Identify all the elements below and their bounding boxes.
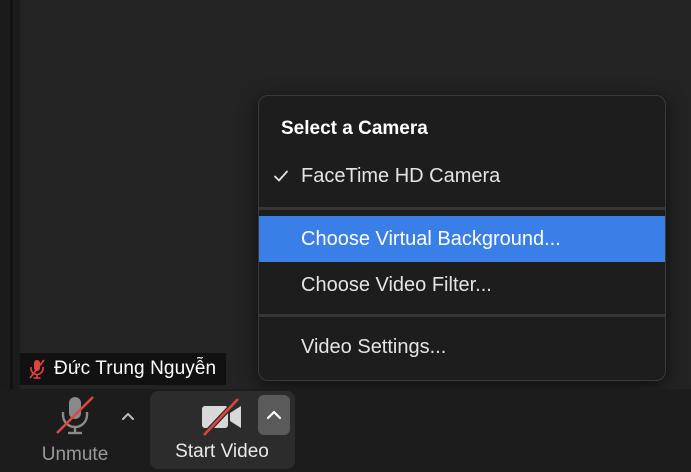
mic-off-icon (29, 359, 45, 379)
menu-item-label: Video Settings... (301, 335, 447, 358)
mic-off-icon (56, 396, 94, 435)
video-options-caret[interactable] (258, 395, 290, 435)
menu-item-label: FaceTime HD Camera (301, 164, 501, 187)
participant-name-tag: Đức Trung Nguyễn (20, 353, 227, 385)
menu-separator (259, 314, 665, 317)
audio-options-caret[interactable] (115, 404, 141, 428)
unmute-button[interactable]: Unmute (32, 389, 118, 472)
participant-name: Đức Trung Nguyễn (54, 358, 217, 379)
meeting-toolbar: Unmute Start Video (0, 389, 691, 472)
menu-separator (259, 207, 665, 210)
camera-menu: Select a Camera FaceTime HD Camera Choos… (258, 95, 666, 381)
chevron-up-icon (266, 410, 282, 420)
meeting-window: Đức Trung Nguyễn Select a Camera FaceTim… (0, 0, 691, 472)
menu-item-video-settings[interactable]: Video Settings... (259, 324, 665, 370)
start-video-label: Start Video (175, 441, 269, 462)
unmute-label: Unmute (41, 444, 109, 465)
menu-item-choose-video-filter[interactable]: Choose Video Filter... (259, 262, 665, 308)
menu-item-choose-virtual-background[interactable]: Choose Virtual Background... (259, 216, 665, 262)
video-off-icon (202, 397, 241, 437)
left-edge-divider (0, 0, 20, 389)
menu-title: Select a Camera (281, 118, 428, 139)
menu-item-label: Choose Video Filter... (301, 273, 492, 296)
menu-item-facetime-camera[interactable]: FaceTime HD Camera (259, 153, 665, 199)
chevron-up-icon (122, 413, 134, 420)
checkmark-icon (274, 170, 288, 182)
menu-item-label: Choose Virtual Background... (301, 227, 561, 250)
